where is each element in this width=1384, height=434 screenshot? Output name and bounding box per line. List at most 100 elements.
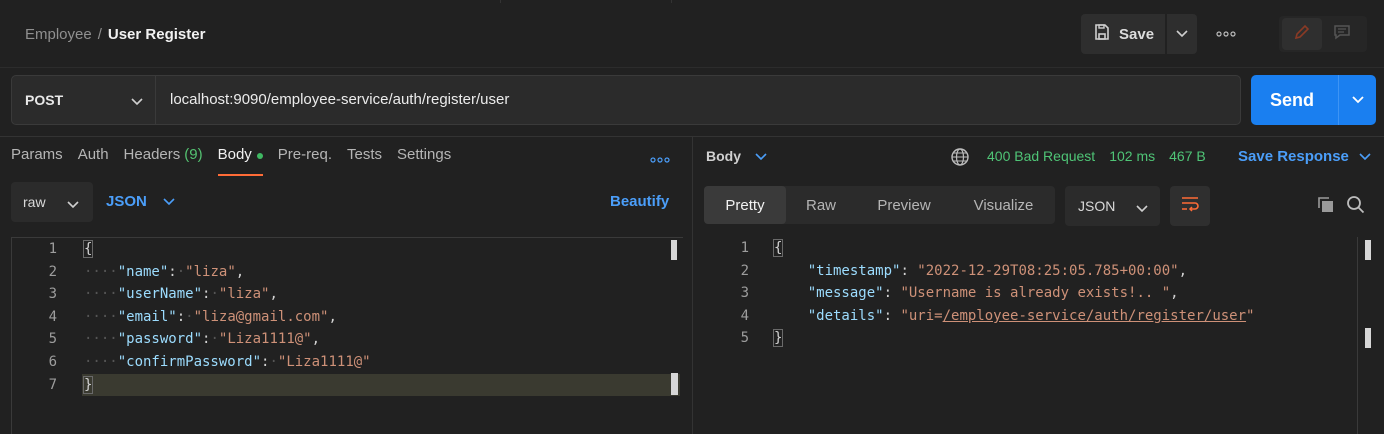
json-value-suffix: " [1246, 308, 1255, 324]
breadcrumb-parent[interactable]: Employee [25, 26, 92, 43]
tab-pretty[interactable]: Pretty [704, 186, 786, 224]
beautify-button[interactable]: Beautify [610, 193, 669, 210]
close-brace: } [772, 329, 784, 347]
method-select[interactable]: POST [12, 76, 156, 124]
line-number: 1 [740, 240, 749, 256]
tab-label: Body [217, 146, 252, 163]
chevron-down-icon [755, 148, 767, 164]
tab-auth[interactable]: Auth [78, 146, 109, 176]
body-type-select[interactable]: raw [11, 182, 93, 222]
comments-button[interactable] [1322, 18, 1362, 50]
scrollbar-thumb[interactable] [671, 240, 677, 260]
open-brace: { [82, 240, 94, 258]
scrollbar-thumb[interactable] [1365, 240, 1371, 260]
code-line: 3 "message": "Username is already exists… [704, 282, 1364, 304]
wrap-lines-icon [1180, 196, 1200, 217]
tab-label: Tests [346, 146, 382, 163]
line-number: 5 [48, 331, 57, 347]
tab-visualize[interactable]: Visualize [952, 186, 1055, 224]
breadcrumb: Employee / User Register [25, 26, 205, 43]
line-number: 1 [48, 241, 57, 257]
scrollbar-track [1357, 237, 1358, 434]
body-format-label: JSON [106, 193, 147, 210]
comma: , [311, 331, 321, 347]
tab-label: Raw [805, 196, 836, 214]
globe-icon[interactable] [950, 147, 970, 172]
save-dropdown-button[interactable] [1167, 14, 1197, 54]
pane-divider[interactable] [692, 137, 693, 434]
tab-preview[interactable]: Preview [856, 186, 952, 224]
tab-raw[interactable]: Raw [786, 186, 856, 224]
tab-label: Pretty [725, 196, 765, 214]
json-value: "liza" [185, 264, 236, 280]
json-value: "Username is already exists!.. " [900, 285, 1171, 301]
code-line: 5 } [704, 327, 1364, 349]
url-bar: POST localhost:9090/employee-service/aut… [11, 75, 1241, 125]
send-dropdown-button[interactable] [1338, 75, 1376, 125]
method-label: POST [25, 92, 64, 108]
json-value-prefix: "uri= [900, 308, 943, 324]
search-icon[interactable] [1346, 195, 1366, 220]
request-body-editor[interactable]: 1 { 2 ····"name":·"liza", 3 ····"userNam… [11, 237, 683, 434]
code-line: 5 ····"password":·"Liza1111@", [12, 328, 672, 350]
tab-label: Headers [123, 146, 181, 163]
scrollbar-thumb[interactable] [671, 373, 678, 395]
more-actions-button[interactable] [1214, 22, 1238, 46]
breadcrumb-separator: / [97, 26, 102, 43]
response-time[interactable]: 102 ms [1109, 148, 1155, 164]
url-input[interactable]: localhost:9090/employee-service/auth/reg… [170, 91, 509, 108]
comma: , [1170, 285, 1179, 301]
json-key: "email" [117, 309, 177, 325]
json-value: "Liza1111@" [277, 354, 371, 370]
tab-params[interactable]: Params [11, 146, 63, 176]
json-key: "password" [117, 331, 203, 347]
wrap-lines-button[interactable] [1170, 186, 1210, 226]
body-type-label: raw [23, 194, 46, 210]
tab-body[interactable]: Body [217, 146, 264, 176]
response-format-select[interactable]: JSON [1065, 186, 1160, 226]
copy-icon[interactable] [1316, 195, 1336, 220]
request-tabs: Params Auth Headers (9) Body Pre-req. Tes… [11, 146, 466, 178]
chevron-down-icon [1359, 148, 1371, 165]
tab-headers[interactable]: Headers (9) [124, 146, 203, 176]
code-line: 1 { [704, 237, 1364, 259]
close-brace: } [82, 376, 94, 394]
json-key: "details" [807, 308, 884, 324]
tab-label: Auth [77, 146, 109, 163]
edit-button[interactable] [1282, 18, 1322, 50]
comma: , [328, 309, 337, 325]
body-indicator-dot [256, 153, 263, 159]
tab-label: Settings [397, 146, 452, 163]
scrollbar-thumb[interactable] [1365, 328, 1371, 348]
tab-pre-request[interactable]: Pre-req. [278, 146, 332, 176]
line-number: 5 [740, 330, 749, 346]
more-dots-icon [650, 157, 670, 163]
tab-label: Params [11, 146, 63, 163]
body-format-select[interactable]: JSON [106, 193, 175, 210]
json-value: "2022-12-29T08:25:05.785+00:00" [917, 263, 1179, 279]
chevron-down-icon [163, 193, 175, 210]
response-size[interactable]: 467 B [1169, 148, 1206, 164]
response-view-select[interactable]: Body [706, 148, 767, 164]
breadcrumb-current[interactable]: User Register [108, 26, 206, 43]
code-line: 2 ····"name":·"liza", [12, 261, 672, 283]
response-body-viewer[interactable]: 1 { 2 "timestamp": "2022-12-29T08:25:05.… [704, 237, 1384, 434]
line-number: 3 [48, 286, 57, 302]
code-line: 6 ····"confirmPassword":·"Liza1111@" [12, 351, 672, 373]
request-more-button[interactable] [650, 150, 670, 166]
save-icon [1093, 23, 1111, 45]
save-response-button[interactable]: Save Response [1238, 148, 1371, 165]
tab-settings[interactable]: Settings [397, 146, 451, 176]
uri-link[interactable]: /employee-service/auth/register/user [943, 308, 1246, 324]
status-code[interactable]: 400 Bad Request [987, 148, 1095, 164]
json-key: "timestamp" [807, 263, 901, 279]
more-dots-icon [1216, 31, 1236, 37]
chevron-down-icon [1351, 91, 1364, 109]
tab-tests[interactable]: Tests [347, 146, 382, 176]
save-label: Save [1119, 25, 1155, 43]
pencil-icon [1293, 23, 1311, 46]
line-number: 4 [740, 308, 749, 324]
save-button[interactable]: Save [1081, 14, 1165, 54]
code-line: 4 ····"email":·"liza@gmail.com", [12, 306, 672, 328]
tab-strip-edge [500, 0, 672, 3]
